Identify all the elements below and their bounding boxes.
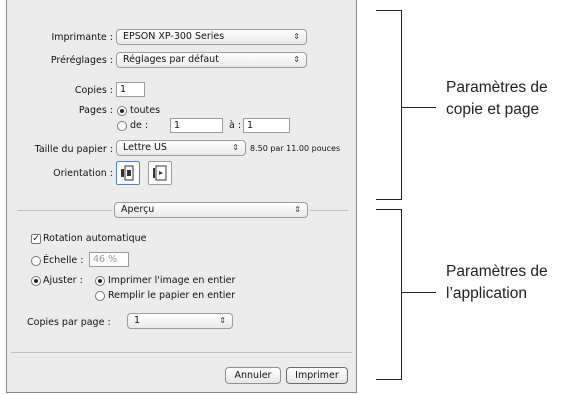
fit-fill-paper-radio[interactable] (95, 291, 105, 301)
panel-popup[interactable]: Aperçu ⇕ (114, 202, 308, 218)
paper-size-popup[interactable]: Lettre US ⇕ (116, 140, 246, 156)
footer-divider (11, 352, 352, 353)
fit-fill-paper-label: Remplir le papier en entier (108, 290, 236, 301)
updown-arrows-icon: ⇕ (219, 316, 226, 325)
application-bracket (376, 209, 402, 380)
auto-rotate-label: Rotation automatique (43, 233, 147, 244)
fit-radio[interactable] (31, 276, 41, 286)
fit-print-whole-label: Imprimer l'image en entier (108, 275, 236, 286)
portrait-orientation-icon (121, 165, 134, 181)
printer-label: Imprimante : (51, 32, 113, 43)
updown-arrows-icon: ⇕ (232, 143, 239, 152)
pages-all-radio[interactable] (117, 106, 127, 116)
copy-page-annotation-line1: Paramètres de (446, 79, 548, 96)
auto-rotate-checkbox[interactable]: ✓ (31, 234, 41, 244)
pages-from-label: de : (130, 120, 149, 131)
application-annotation: Paramètres de l’application (446, 261, 548, 305)
landscape-orientation-button[interactable] (148, 161, 172, 185)
portrait-orientation-button[interactable] (116, 161, 140, 185)
application-annotation-line1: Paramètres de (446, 263, 548, 280)
printer-popup[interactable]: EPSON XP-300 Series ⇕ (116, 29, 307, 45)
presets-label: Préréglages : (50, 55, 113, 66)
copies-field[interactable]: 1 (116, 82, 145, 97)
print-button[interactable]: Imprimer (286, 367, 348, 384)
copies-per-page-label: Copies par page : (27, 317, 111, 328)
orientation-label: Orientation : (53, 168, 113, 179)
fit-print-whole-radio[interactable] (95, 276, 105, 286)
presets-value: Réglages par défaut (123, 54, 219, 65)
cancel-button[interactable]: Annuler (225, 367, 281, 384)
updown-arrows-icon: ⇕ (293, 55, 300, 64)
panel-value: Aperçu (121, 204, 155, 215)
copy-page-annotation-line2: copie et page (446, 101, 540, 118)
copies-per-page-popup[interactable]: 1 ⇕ (127, 313, 233, 329)
paper-size-value: Lettre US (123, 142, 167, 153)
copy-page-bracket (376, 10, 402, 200)
pages-to-field[interactable]: 1 (243, 118, 290, 133)
print-dialog: Imprimante : EPSON XP-300 Series ⇕ Préré… (6, 0, 357, 393)
pages-range-radio[interactable] (117, 121, 127, 131)
updown-arrows-icon: ⇕ (294, 205, 301, 214)
pages-label: Pages : (78, 105, 113, 116)
pages-to-label: à : (229, 120, 242, 131)
application-annotation-line2: l’application (446, 285, 527, 302)
application-pointer-line (402, 292, 436, 293)
scale-radio[interactable] (31, 256, 41, 266)
section-divider-right (310, 210, 348, 211)
updown-arrows-icon: ⇕ (293, 32, 300, 41)
pages-all-label: toutes (130, 105, 161, 116)
presets-popup[interactable]: Réglages par défaut ⇕ (116, 52, 307, 68)
paper-dimensions: 8.50 par 11.00 pouces (250, 144, 341, 153)
copy-page-annotation: Paramètres de copie et page (446, 77, 548, 121)
copy-page-pointer-line (402, 107, 436, 108)
scale-label: Échelle : (43, 255, 84, 266)
landscape-orientation-icon (153, 165, 167, 181)
copies-per-page-value: 1 (134, 315, 141, 326)
pages-from-field[interactable]: 1 (170, 118, 223, 133)
paper-size-label: Taille du papier : (34, 144, 113, 155)
printer-value: EPSON XP-300 Series (123, 31, 225, 42)
fit-label: Ajuster : (43, 275, 83, 286)
copies-label: Copies : (74, 85, 113, 96)
scale-field[interactable]: 46 % (89, 252, 129, 267)
section-divider-left (17, 210, 112, 211)
